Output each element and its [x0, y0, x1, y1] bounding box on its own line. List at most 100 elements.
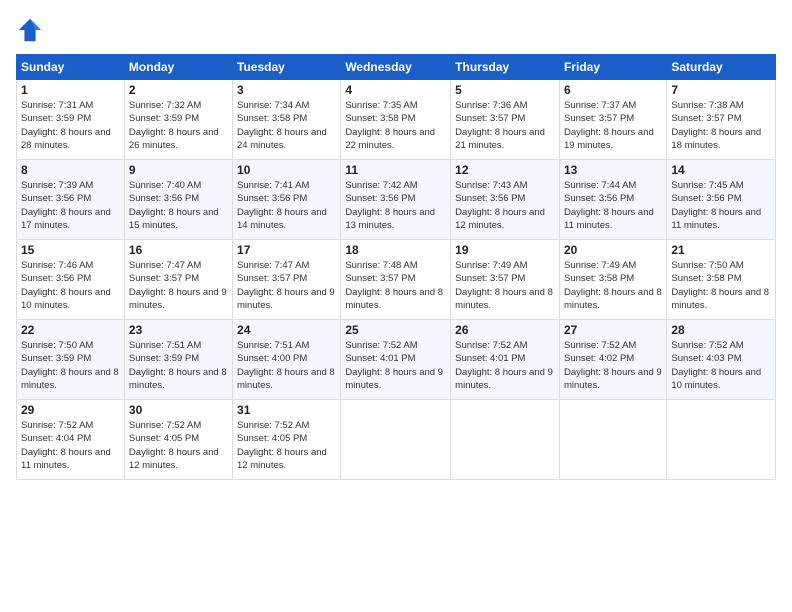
day-info: Sunrise: 7:51 AMSunset: 4:00 PMDaylight:… [237, 339, 336, 392]
day-cell: 6 Sunrise: 7:37 AMSunset: 3:57 PMDaylight… [559, 80, 666, 160]
day-cell [667, 400, 776, 480]
day-cell: 17Sunrise: 7:47 AMSunset: 3:57 PMDayligh… [233, 240, 341, 320]
page-header [16, 16, 776, 44]
day-number: 8 [21, 163, 120, 177]
day-info: Sunrise: 7:43 AMSunset: 3:56 PMDaylight:… [455, 179, 555, 232]
day-number: 27 [564, 323, 662, 337]
calendar-header-row: SundayMondayTuesdayWednesdayThursdayFrid… [17, 55, 776, 80]
day-info: Sunrise: 7:47 AMSunset: 3:57 PMDaylight:… [129, 259, 228, 312]
day-info: Sunrise: 7:42 AMSunset: 3:56 PMDaylight:… [345, 179, 446, 232]
day-cell [559, 400, 666, 480]
day-info: Sunrise: 7:50 AMSunset: 3:58 PMDaylight:… [671, 259, 771, 312]
day-info: Sunrise: 7:52 AMSunset: 4:02 PMDaylight:… [564, 339, 662, 392]
day-info: Sunrise: 7:46 AMSunset: 3:56 PMDaylight:… [21, 259, 120, 312]
day-cell: 27 Sunrise: 7:52 AMSunset: 4:02 PMDayligh… [559, 320, 666, 400]
day-number: 25 [345, 323, 446, 337]
day-cell: 30 Sunrise: 7:52 AMSunset: 4:05 PMDayligh… [124, 400, 232, 480]
day-info: Sunrise: 7:50 AMSunset: 3:59 PMDaylight:… [21, 339, 120, 392]
day-cell: 8Sunrise: 7:39 AMSunset: 3:56 PMDaylight… [17, 160, 125, 240]
day-info: Sunrise: 7:45 AMSunset: 3:56 PMDaylight:… [671, 179, 771, 232]
day-number: 21 [671, 243, 771, 257]
day-info: Sunrise: 7:49 AMSunset: 3:57 PMDaylight:… [455, 259, 555, 312]
day-number: 1 [21, 83, 120, 97]
day-number: 10 [237, 163, 336, 177]
day-number: 14 [671, 163, 771, 177]
day-info: Sunrise: 7:49 AMSunset: 3:58 PMDaylight:… [564, 259, 662, 312]
day-info: Sunrise: 7:40 AMSunset: 3:56 PMDaylight:… [129, 179, 228, 232]
day-cell: 26 Sunrise: 7:52 AMSunset: 4:01 PMDayligh… [451, 320, 560, 400]
day-number: 28 [671, 323, 771, 337]
day-info: Sunrise: 7:35 AMSunset: 3:58 PMDaylight:… [345, 99, 446, 152]
day-cell: 28 Sunrise: 7:52 AMSunset: 4:03 PMDayligh… [667, 320, 776, 400]
day-number: 19 [455, 243, 555, 257]
day-info: Sunrise: 7:52 AMSunset: 4:04 PMDaylight:… [21, 419, 120, 472]
day-info: Sunrise: 7:52 AMSunset: 4:01 PMDaylight:… [455, 339, 555, 392]
day-cell: 24 Sunrise: 7:51 AMSunset: 4:00 PMDayligh… [233, 320, 341, 400]
day-info: Sunrise: 7:48 AMSunset: 3:57 PMDaylight:… [345, 259, 446, 312]
calendar-body: 1 Sunrise: 7:31 AMSunset: 3:59 PMDaylight… [17, 80, 776, 480]
week-row-2: 8Sunrise: 7:39 AMSunset: 3:56 PMDaylight… [17, 160, 776, 240]
day-cell: 23 Sunrise: 7:51 AMSunset: 3:59 PMDayligh… [124, 320, 232, 400]
day-number: 18 [345, 243, 446, 257]
day-header-monday: Monday [124, 55, 232, 80]
day-cell: 25 Sunrise: 7:52 AMSunset: 4:01 PMDayligh… [341, 320, 451, 400]
day-number: 26 [455, 323, 555, 337]
day-number: 11 [345, 163, 446, 177]
day-info: Sunrise: 7:36 AMSunset: 3:57 PMDaylight:… [455, 99, 555, 152]
day-number: 2 [129, 83, 228, 97]
week-row-1: 1 Sunrise: 7:31 AMSunset: 3:59 PMDaylight… [17, 80, 776, 160]
day-info: Sunrise: 7:51 AMSunset: 3:59 PMDaylight:… [129, 339, 228, 392]
calendar-table: SundayMondayTuesdayWednesdayThursdayFrid… [16, 54, 776, 480]
day-cell: 31 Sunrise: 7:52 AMSunset: 4:05 PMDayligh… [233, 400, 341, 480]
day-cell: 12Sunrise: 7:43 AMSunset: 3:56 PMDayligh… [451, 160, 560, 240]
day-header-tuesday: Tuesday [233, 55, 341, 80]
day-number: 13 [564, 163, 662, 177]
day-cell: 19 Sunrise: 7:49 AMSunset: 3:57 PMDayligh… [451, 240, 560, 320]
day-cell: 14 Sunrise: 7:45 AMSunset: 3:56 PMDayligh… [667, 160, 776, 240]
day-cell: 29 Sunrise: 7:52 AMSunset: 4:04 PMDayligh… [17, 400, 125, 480]
day-number: 9 [129, 163, 228, 177]
day-number: 23 [129, 323, 228, 337]
day-number: 17 [237, 243, 336, 257]
day-cell: 7 Sunrise: 7:38 AMSunset: 3:57 PMDaylight… [667, 80, 776, 160]
day-number: 20 [564, 243, 662, 257]
day-info: Sunrise: 7:44 AMSunset: 3:56 PMDaylight:… [564, 179, 662, 232]
day-number: 6 [564, 83, 662, 97]
day-number: 16 [129, 243, 228, 257]
day-info: Sunrise: 7:52 AMSunset: 4:05 PMDaylight:… [129, 419, 228, 472]
day-header-saturday: Saturday [667, 55, 776, 80]
day-info: Sunrise: 7:41 AMSunset: 3:56 PMDaylight:… [237, 179, 336, 232]
day-cell: 11 Sunrise: 7:42 AMSunset: 3:56 PMDayligh… [341, 160, 451, 240]
day-info: Sunrise: 7:32 AMSunset: 3:59 PMDaylight:… [129, 99, 228, 152]
day-cell: 2 Sunrise: 7:32 AMSunset: 3:59 PMDaylight… [124, 80, 232, 160]
day-cell: 21 Sunrise: 7:50 AMSunset: 3:58 PMDayligh… [667, 240, 776, 320]
day-cell: 1 Sunrise: 7:31 AMSunset: 3:59 PMDaylight… [17, 80, 125, 160]
day-cell: 22 Sunrise: 7:50 AMSunset: 3:59 PMDayligh… [17, 320, 125, 400]
day-number: 24 [237, 323, 336, 337]
logo-icon [16, 16, 44, 44]
day-info: Sunrise: 7:37 AMSunset: 3:57 PMDaylight:… [564, 99, 662, 152]
day-cell: 18 Sunrise: 7:48 AMSunset: 3:57 PMDayligh… [341, 240, 451, 320]
day-cell: 20 Sunrise: 7:49 AMSunset: 3:58 PMDayligh… [559, 240, 666, 320]
day-number: 4 [345, 83, 446, 97]
day-info: Sunrise: 7:38 AMSunset: 3:57 PMDaylight:… [671, 99, 771, 152]
day-number: 30 [129, 403, 228, 417]
day-number: 31 [237, 403, 336, 417]
week-row-4: 22 Sunrise: 7:50 AMSunset: 3:59 PMDayligh… [17, 320, 776, 400]
day-cell: 5 Sunrise: 7:36 AMSunset: 3:57 PMDaylight… [451, 80, 560, 160]
day-number: 7 [671, 83, 771, 97]
day-cell: 15 Sunrise: 7:46 AMSunset: 3:56 PMDayligh… [17, 240, 125, 320]
day-info: Sunrise: 7:31 AMSunset: 3:59 PMDaylight:… [21, 99, 120, 152]
day-number: 5 [455, 83, 555, 97]
day-info: Sunrise: 7:52 AMSunset: 4:03 PMDaylight:… [671, 339, 771, 392]
day-info: Sunrise: 7:52 AMSunset: 4:01 PMDaylight:… [345, 339, 446, 392]
day-number: 29 [21, 403, 120, 417]
day-number: 22 [21, 323, 120, 337]
calendar-page: SundayMondayTuesdayWednesdayThursdayFrid… [0, 0, 792, 612]
day-info: Sunrise: 7:52 AMSunset: 4:05 PMDaylight:… [237, 419, 336, 472]
day-header-friday: Friday [559, 55, 666, 80]
day-header-wednesday: Wednesday [341, 55, 451, 80]
day-number: 15 [21, 243, 120, 257]
day-number: 3 [237, 83, 336, 97]
day-header-thursday: Thursday [451, 55, 560, 80]
